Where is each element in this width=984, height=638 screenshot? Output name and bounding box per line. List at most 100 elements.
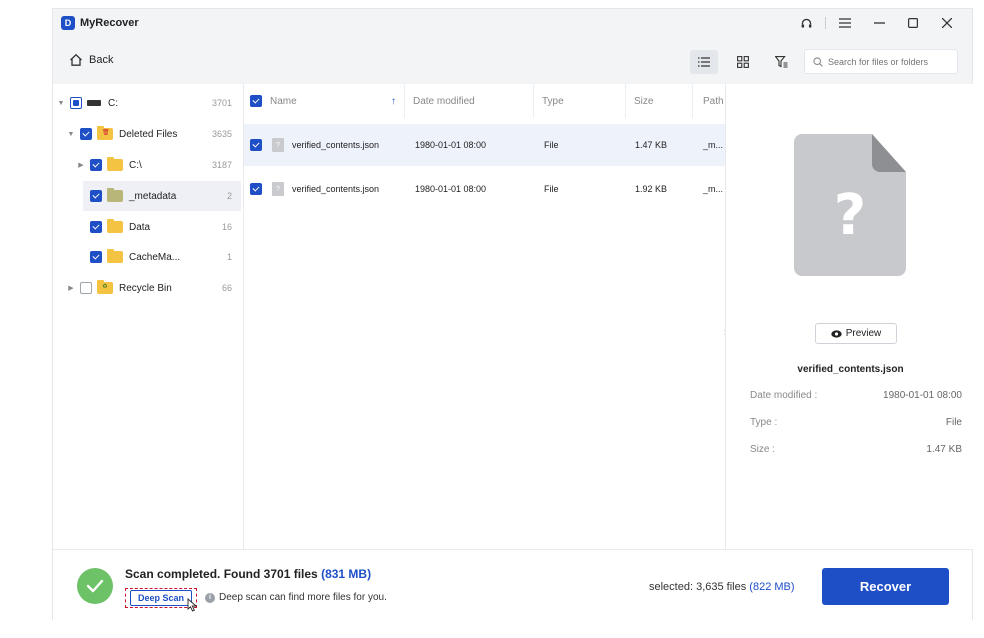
file-size: 1.47 KB — [635, 140, 668, 150]
tree-item-drive-c[interactable]: ▼ C: 3701 — [53, 88, 244, 118]
folder-icon — [107, 219, 123, 233]
file-path: _m... — [703, 184, 724, 194]
selected-count: selected: 3,635 files — [649, 581, 747, 593]
tree-item-count: 16 — [221, 222, 232, 232]
row-checkbox[interactable] — [250, 139, 262, 151]
column-label: Type — [542, 95, 564, 107]
tree-checkbox[interactable] — [90, 251, 102, 263]
sort-arrow-icon[interactable]: ↑ — [391, 96, 396, 107]
preview-button[interactable]: Preview — [815, 323, 897, 344]
meta-type: Type : File — [750, 417, 962, 428]
meta-label: Size : — [750, 444, 776, 455]
tree-checkbox[interactable] — [90, 159, 102, 171]
tree-checkbox[interactable] — [90, 221, 102, 233]
scan-status-text: Scan completed. Found 3701 files — [125, 567, 318, 581]
tree-item-recycle-bin[interactable]: ▶ ♻ Recycle Bin 66 — [53, 273, 244, 303]
checkmark-icon — [77, 568, 113, 604]
column-date-modified[interactable]: Date modified — [405, 84, 534, 118]
maximize-icon[interactable] — [896, 13, 930, 33]
folder-icon — [107, 157, 123, 171]
expand-caret-icon[interactable]: ▶ — [67, 284, 75, 292]
tree-checkbox[interactable] — [80, 128, 92, 140]
tree-item-metadata[interactable]: _metadata 2 — [83, 181, 241, 211]
tree-item-cachema[interactable]: CacheMa... 1 — [53, 242, 244, 272]
column-label: Date modified — [413, 95, 475, 107]
column-path[interactable]: Path — [693, 84, 725, 118]
eye-icon — [831, 329, 842, 338]
meta-label: Type : — [750, 417, 778, 428]
scan-size: (831 MB) — [321, 567, 372, 581]
file-name: verified_contents.json — [292, 184, 380, 194]
deep-scan-hint: i Deep scan can find more files for you. — [205, 592, 387, 603]
minimize-icon[interactable] — [862, 13, 896, 33]
tree-item-label: _metadata — [129, 190, 177, 202]
trash-folder-icon: 🗑 — [97, 126, 113, 140]
file-icon: ? — [272, 138, 284, 152]
scan-status: Scan completed. Found 3701 files (831 MB… — [125, 567, 371, 581]
mouse-cursor-icon — [187, 598, 197, 612]
tree-checkbox[interactable] — [90, 190, 102, 202]
column-label: Path — [703, 95, 724, 107]
filter-icon[interactable] — [767, 50, 795, 74]
window-controls — [789, 13, 964, 33]
tree-item-count: 3701 — [211, 98, 232, 108]
folder-tree: ▼ C: 3701 ▼ 🗑 Deleted Files 3635 ▶ C:\ 3… — [53, 84, 244, 549]
column-size[interactable]: Size — [626, 84, 693, 118]
search-box[interactable] — [804, 49, 958, 74]
svg-text:?: ? — [834, 183, 866, 248]
row-checkbox[interactable] — [250, 183, 262, 195]
app-logo-icon: D — [61, 16, 75, 30]
info-icon: i — [205, 592, 215, 603]
expand-caret-icon[interactable]: ▶ — [77, 161, 85, 169]
unknown-file-icon: ? — [794, 134, 906, 276]
meta-label: Date modified : — [750, 390, 818, 401]
tree-item-data[interactable]: Data 16 — [53, 212, 244, 242]
grid-view-icon[interactable] — [729, 50, 757, 74]
title-separator — [825, 17, 826, 29]
file-list: Name ↑ Date modified Type Size Path ? ve… — [244, 84, 725, 549]
title-bar: D MyRecover — [53, 9, 972, 37]
table-row[interactable]: ? verified_contents.json 1980-01-01 08:0… — [244, 168, 725, 210]
tree-item-count: 2 — [226, 191, 232, 201]
select-all-checkbox[interactable] — [250, 95, 262, 107]
column-name[interactable]: Name ↑ — [244, 84, 405, 118]
tree-item-label: Data — [129, 221, 151, 233]
tree-item-label: CacheMa... — [129, 251, 181, 263]
tree-item-c-root[interactable]: ▶ C:\ 3187 — [53, 150, 244, 180]
back-button[interactable]: Back — [69, 53, 113, 67]
support-headset-icon[interactable] — [789, 13, 823, 33]
file-size: 1.92 KB — [635, 184, 668, 194]
meta-value: 1980-01-01 08:00 — [883, 390, 962, 401]
preview-label: Preview — [845, 328, 882, 339]
table-row[interactable]: ? verified_contents.json 1980-01-01 08:0… — [244, 124, 725, 166]
meta-value: 1.47 KB — [926, 444, 962, 455]
file-type: File — [544, 184, 559, 194]
toolbar: Back — [53, 47, 972, 77]
column-label: Size — [634, 95, 654, 107]
meta-date-modified: Date modified : 1980-01-01 08:00 — [750, 390, 962, 401]
tree-checkbox[interactable] — [70, 97, 82, 109]
app-title: MyRecover — [80, 17, 139, 29]
tree-item-count: 3187 — [211, 160, 232, 170]
column-label: Name — [270, 95, 297, 107]
tree-item-label: C:\ — [129, 159, 142, 171]
app-window: D MyRecover Back Search for files or fol… — [52, 8, 974, 621]
expand-caret-icon[interactable]: ▼ — [67, 131, 75, 138]
file-icon: ? — [272, 182, 284, 196]
list-view-icon[interactable] — [690, 50, 718, 74]
deep-scan-button[interactable]: Deep Scan — [129, 590, 193, 606]
column-type[interactable]: Type — [534, 84, 626, 118]
expand-caret-icon[interactable]: ▼ — [57, 100, 65, 107]
close-icon[interactable] — [930, 13, 964, 33]
selected-summary: selected: 3,635 files (822 MB) — [649, 581, 795, 593]
tree-item-deleted-files[interactable]: ▼ 🗑 Deleted Files 3635 — [53, 119, 244, 149]
tree-checkbox[interactable] — [80, 282, 92, 294]
tree-item-label: C: — [108, 97, 118, 109]
drive-icon — [87, 100, 101, 106]
recover-button[interactable]: Recover — [822, 568, 949, 605]
file-date: 1980-01-01 08:00 — [415, 140, 487, 150]
tree-item-count: 66 — [221, 283, 232, 293]
menu-icon[interactable] — [828, 13, 862, 33]
search-input[interactable] — [828, 56, 948, 67]
meta-size: Size : 1.47 KB — [750, 444, 962, 455]
